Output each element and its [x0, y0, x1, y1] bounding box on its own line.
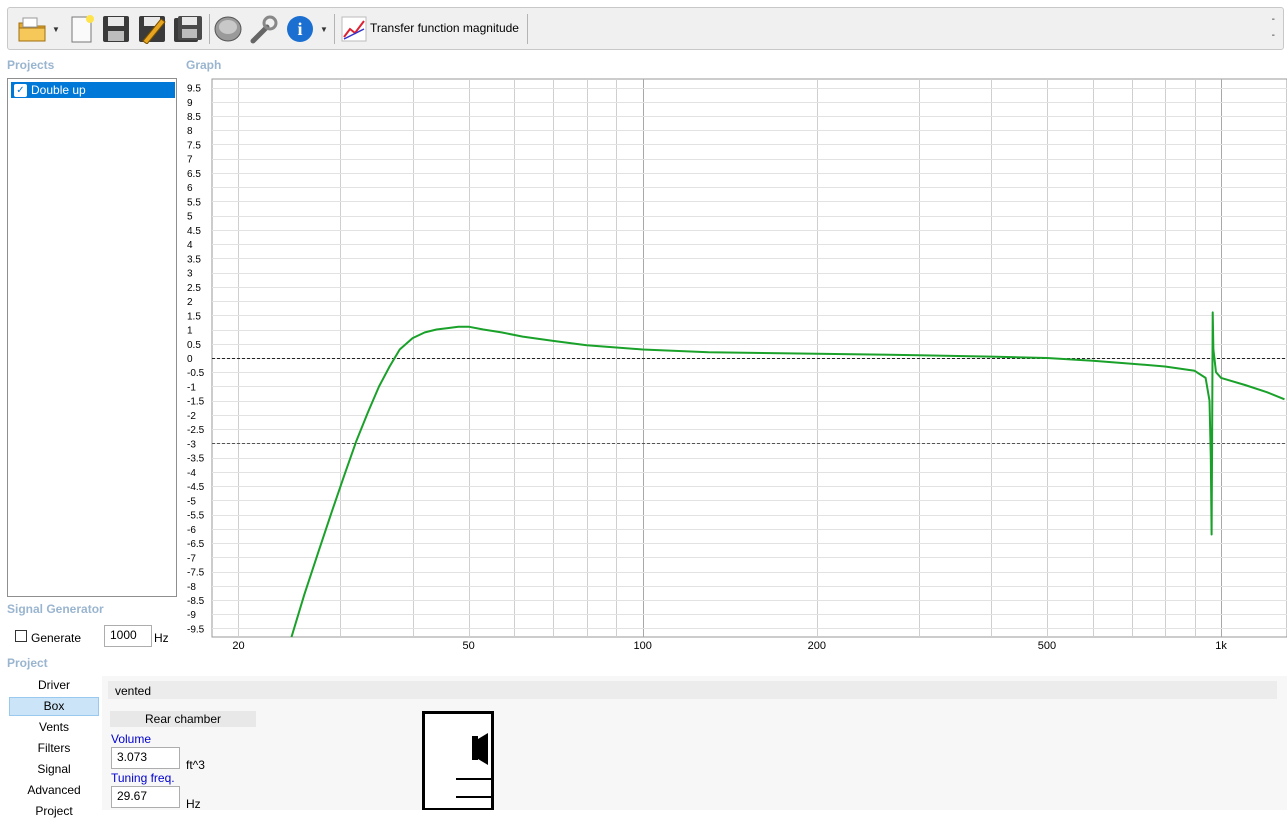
x-tick-label: 50	[462, 640, 474, 652]
box-diagram	[422, 711, 494, 810]
info-icon[interactable]: i	[284, 13, 316, 45]
y-tick-label: 9.5	[187, 84, 201, 95]
nav-advanced[interactable]: Advanced	[9, 781, 99, 800]
y-tick-label: -2	[187, 411, 196, 422]
y-tick-label: -5	[187, 496, 196, 507]
volume-unit: ft^3	[186, 758, 205, 772]
y-tick-label: -3.5	[187, 454, 205, 465]
y-tick-label: 0.5	[187, 340, 201, 351]
y-tick-label: 3	[187, 269, 193, 280]
y-tick-label: 6	[187, 183, 193, 194]
save-all-icon[interactable]	[172, 13, 204, 45]
y-tick-label: 2.5	[187, 283, 201, 294]
y-tick-label: 4.5	[187, 226, 201, 237]
y-tick-label: -4.5	[187, 482, 205, 493]
tuning-input[interactable]: 29.67	[111, 786, 180, 808]
graph-icon[interactable]	[338, 13, 370, 45]
graph-canvas[interactable]: 9.5 9 8.5 8 7.5 7 6.5 6 5.5 5 4.5 4 3.5 3 2.5 2 1.5 1 0.5 0…	[178, 77, 1287, 660]
projects-title: Projects	[7, 58, 55, 72]
speaker-driver-shape	[472, 736, 478, 760]
y-tick-label: 8	[187, 126, 193, 137]
x-tick-label: 500	[1038, 640, 1056, 652]
nav-vents[interactable]: Vents	[9, 718, 99, 737]
y-tick-label: -3	[187, 439, 196, 450]
projects-list[interactable]: ✓ Double up	[7, 78, 177, 597]
chevron-down-icon[interactable]: ▼	[320, 25, 328, 34]
save-edit-icon[interactable]	[136, 13, 168, 45]
open-folder-icon[interactable]	[16, 13, 48, 45]
y-tick-label: 3.5	[187, 254, 201, 265]
nav-signal[interactable]: Signal	[9, 760, 99, 779]
x-tick-label: 100	[634, 640, 652, 652]
tuning-unit: Hz	[186, 797, 201, 811]
y-tick-label: 7.5	[187, 140, 201, 151]
y-tick-label: -5.5	[187, 511, 205, 522]
y-tick-label: 2	[187, 297, 193, 308]
y-tick-label: 1.5	[187, 311, 201, 322]
y-tick-label: -8	[187, 582, 196, 593]
y-tick-label: 0	[187, 354, 193, 365]
speaker-icon[interactable]	[212, 13, 244, 45]
volume-label: Volume	[111, 732, 152, 746]
y-tick-label: -8.5	[187, 596, 205, 607]
new-document-icon[interactable]	[66, 13, 98, 45]
signal-generator-title: Signal Generator	[7, 602, 104, 616]
nav-driver[interactable]: Driver	[9, 676, 99, 695]
nav-filters[interactable]: Filters	[9, 739, 99, 758]
window-mark-1: -	[1271, 14, 1275, 25]
project-item-double-up[interactable]: ✓ Double up	[11, 82, 175, 98]
x-tick-label: 1k	[1215, 640, 1227, 652]
box-type-bar: vented	[108, 681, 1277, 699]
project-item-label: Double up	[31, 83, 86, 97]
y-tick-label: -7	[187, 553, 196, 564]
project-title: Project	[7, 656, 48, 670]
y-tick-label: -7.5	[187, 568, 205, 579]
toolbar: ▼ i ▼ Transfer function magnitude - -	[7, 7, 1284, 50]
y-tick-label: -6	[187, 525, 196, 536]
x-tick-label: 200	[808, 640, 826, 652]
nav-project[interactable]: Project	[9, 802, 99, 821]
y-tick-label: -2.5	[187, 425, 205, 436]
y-tick-label: -0.5	[187, 368, 205, 379]
svg-text:i: i	[297, 19, 302, 39]
volume-input[interactable]: 3.073	[111, 747, 180, 769]
y-tick-label: -4	[187, 468, 196, 479]
y-tick-label: 8.5	[187, 112, 201, 123]
y-tick-label: -1	[187, 382, 196, 393]
frequency-unit: Hz	[154, 631, 169, 645]
generate-checkbox[interactable]	[15, 630, 27, 642]
chevron-down-icon[interactable]: ▼	[52, 25, 60, 34]
y-tick-label: 1	[187, 326, 193, 337]
y-tick-label: -6.5	[187, 539, 205, 550]
y-tick-label: -1.5	[187, 397, 205, 408]
y-tick-label: 9	[187, 98, 193, 109]
graph-title: Graph	[186, 58, 222, 72]
box-panel: vented Rear chamber Volume 3.073 ft^3 Tu…	[102, 676, 1287, 811]
generate-label: Generate	[31, 631, 82, 645]
wrench-icon[interactable]	[248, 13, 280, 45]
y-tick-label: -9	[187, 610, 196, 621]
nav-box[interactable]: Box	[9, 697, 99, 716]
y-tick-label: 7	[187, 155, 193, 166]
y-tick-label: 4	[187, 240, 193, 251]
y-tick-label: -9.5	[187, 624, 205, 635]
checkbox-checked-icon[interactable]: ✓	[14, 83, 27, 97]
tuning-label: Tuning freq.	[111, 771, 175, 785]
frequency-input[interactable]: 1000	[104, 625, 152, 647]
window-mark-2: -	[1271, 30, 1275, 41]
box-type-label: vented	[115, 684, 152, 698]
save-icon[interactable]	[100, 13, 132, 45]
y-tick-label: 5.5	[187, 197, 201, 208]
y-tick-label: 5	[187, 212, 193, 223]
rear-chamber-header: Rear chamber	[110, 711, 256, 727]
x-tick-label: 20	[232, 640, 244, 652]
y-tick-label: 6.5	[187, 169, 201, 180]
toolbar-title[interactable]: Transfer function magnitude	[370, 21, 519, 35]
